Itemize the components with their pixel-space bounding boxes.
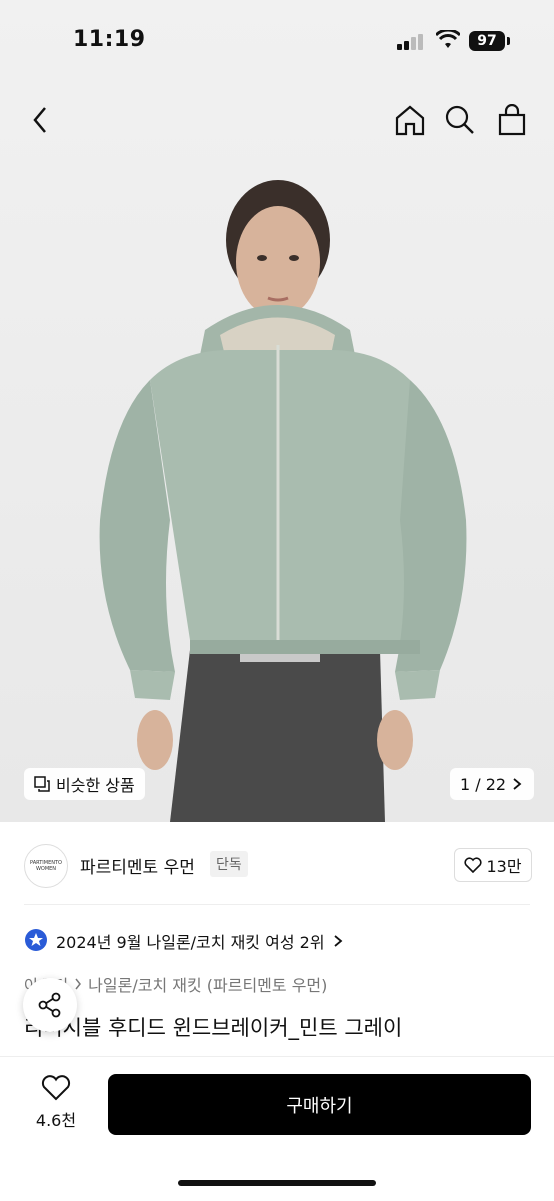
chevron-right-icon <box>333 934 343 948</box>
back-button[interactable] <box>22 100 58 140</box>
search-button[interactable] <box>442 100 478 140</box>
shopping-bag-icon <box>498 104 526 136</box>
product-title: 리버시블 후디드 윈드브레이커_민트 그레이 <box>24 1016 403 1040</box>
brand-like-count: 13만 <box>486 857 522 876</box>
cart-button[interactable] <box>494 100 530 140</box>
wifi-icon <box>436 30 460 48</box>
brand-logo-line2: WOMEN <box>35 866 57 872</box>
brand-name[interactable]: 파르티멘토 우먼 <box>80 853 195 878</box>
heart-icon <box>41 1075 71 1101</box>
ranking-link[interactable]: 2024년 9월 나일론/코치 재킷 여성 2위 <box>24 928 343 954</box>
chevron-right-icon <box>513 778 522 790</box>
similar-products-button[interactable]: 비슷한 상품 <box>24 768 145 800</box>
status-time: 11:19 <box>73 27 146 52</box>
image-counter-text: 1 / 22 <box>460 774 507 794</box>
divider <box>24 904 530 905</box>
status-bar: 11:19 97 <box>0 0 554 80</box>
breadcrumb-subcategory[interactable]: 나일론/코치 재킷 (파르티멘토 우먼) <box>88 972 327 996</box>
signal-icon <box>397 34 423 50</box>
ranking-badge-icon <box>24 928 48 954</box>
heart-icon <box>464 857 482 873</box>
image-counter[interactable]: 1 / 22 <box>450 768 535 800</box>
share-icon <box>38 992 61 1018</box>
home-indicator <box>178 1180 376 1186</box>
brand-logo[interactable]: PARTIMENTO WOMEN <box>24 844 68 888</box>
search-icon <box>445 105 474 134</box>
brand-like-button[interactable]: 13만 <box>454 848 532 882</box>
chevron-left-icon <box>33 107 46 133</box>
breadcrumb-separator-icon <box>74 975 82 994</box>
copy-icon <box>34 776 50 792</box>
exclusive-badge: 단독 <box>210 851 248 877</box>
similar-products-label: 비슷한 상품 <box>56 776 135 795</box>
brand-row[interactable]: PARTIMENTO WOMEN 파르티멘토 우먼 단독 13만 <box>0 836 554 896</box>
home-icon <box>395 105 425 136</box>
ranking-text: 2024년 9월 나일론/코치 재킷 여성 2위 <box>56 933 325 952</box>
battery-cap <box>507 37 510 45</box>
buy-button[interactable]: 구매하기 <box>108 1074 531 1135</box>
wishlist-button[interactable]: 4.6천 <box>30 1075 82 1131</box>
battery-indicator: 97 <box>469 31 505 51</box>
wishlist-count: 4.6천 <box>35 1111 77 1130</box>
share-button[interactable] <box>23 978 77 1032</box>
product-image-area[interactable]: 11:19 97 비슷한 상품 1 / 22 <box>0 0 554 822</box>
home-button[interactable] <box>392 100 428 140</box>
